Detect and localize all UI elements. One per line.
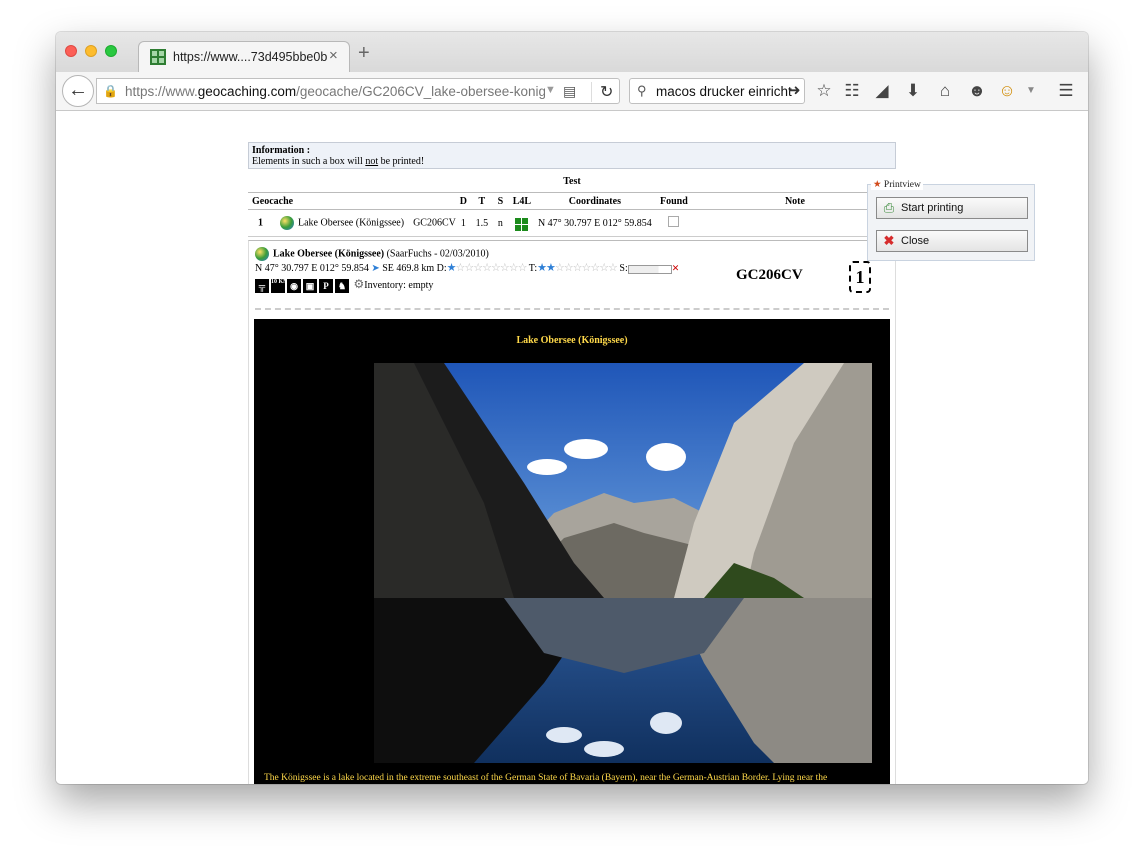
- l4l-icon: [515, 217, 529, 231]
- difficulty-stars: ★☆☆☆☆☆☆☆☆: [446, 262, 528, 275]
- geocaching-favicon-icon: [150, 49, 166, 65]
- lock-warning-icon[interactable]: 🔒: [103, 84, 118, 98]
- traditional-cache-icon: [255, 247, 269, 261]
- chat-icon[interactable]: ☻: [966, 81, 988, 101]
- info-box: Information : Elements in such a box wil…: [248, 142, 896, 169]
- info-title: Information :: [252, 145, 311, 156]
- cache-code: GC206CV: [736, 267, 803, 283]
- printer-icon: ⎙: [883, 200, 895, 215]
- terrain-stars: ★★☆☆☆☆☆☆☆: [537, 262, 618, 275]
- download-icon[interactable]: ⬇: [902, 81, 924, 101]
- row-difficulty: 1: [455, 209, 471, 237]
- cache-description: Lake Obersee (Königssee) The Königssee i…: [254, 319, 890, 784]
- size-bar: [627, 264, 672, 274]
- reader-icon[interactable]: ▤: [563, 83, 576, 100]
- 10km-icon: 10 KM: [271, 279, 289, 293]
- search-icon: ⚲: [637, 83, 647, 98]
- tab-title: https://www....73d495bbe0b: [173, 50, 328, 64]
- description-title: Lake Obersee (Königssee): [516, 335, 628, 346]
- cache-coordinates: N 47° 30.797 E 012° 59.854: [255, 263, 369, 275]
- menu-icon[interactable]: ☰: [1055, 81, 1077, 101]
- col-note: Note: [693, 192, 896, 210]
- bookmark-star-icon[interactable]: ☆: [813, 81, 835, 101]
- url-text[interactable]: https://www.geocaching.com/geocache/GC20…: [125, 84, 545, 99]
- printview-panel: ★ Printview ⎙ Start printing ✖ Close: [867, 179, 1035, 261]
- info-text: Elements in such a box will not be print…: [252, 156, 425, 167]
- url-bar[interactable]: 🔒 https://www.geocaching.com/geocache/GC…: [96, 78, 620, 104]
- table-row: 1 Lake Obersee (Königssee) GC206CV 1 1.5…: [248, 209, 896, 237]
- start-printing-button[interactable]: ⎙ Start printing: [876, 197, 1028, 219]
- col-l4l: L4L: [507, 192, 536, 210]
- size-x-icon: ✕: [671, 263, 680, 274]
- cache-header: Lake Obersee (Königssee) (SaarFuchs - 02…: [255, 247, 679, 293]
- tab-geocaching[interactable]: https://www....73d495bbe0b ×: [138, 41, 350, 73]
- close-button[interactable]: ✖ Close: [876, 230, 1028, 252]
- found-checkbox[interactable]: [668, 216, 680, 227]
- picnic-icon: ╦: [255, 279, 269, 293]
- bus-icon: ▣: [303, 279, 317, 293]
- page-content: Information : Elements in such a box wil…: [56, 112, 1088, 784]
- col-coordinates: Coordinates: [535, 192, 654, 210]
- col-geocache: Geocache: [248, 192, 456, 210]
- page-number: 1: [849, 261, 871, 293]
- search-input[interactable]: macos drucker einricht: [656, 84, 792, 99]
- row-cache-code: GC206CV: [413, 217, 456, 229]
- home-icon[interactable]: ⌂: [934, 81, 956, 101]
- close-icon: ✖: [883, 233, 895, 248]
- search-bar[interactable]: ⚲ macos drucker einricht ➜: [629, 78, 805, 104]
- back-icon: ←: [68, 79, 88, 101]
- terrain-label: T:: [528, 263, 538, 275]
- zoom-window-button[interactable]: [105, 45, 117, 57]
- row-number: 1: [258, 217, 263, 229]
- col-d: D: [455, 192, 471, 210]
- cache-name: Lake Obersee (Königssee): [273, 248, 385, 260]
- travelbug-icon: ⚙: [353, 277, 365, 292]
- cache-owner: (SaarFuchs - 02/03/2010): [386, 248, 489, 260]
- description-text: The Königssee is a lake located in the e…: [264, 773, 828, 783]
- reload-icon[interactable]: ↻: [591, 82, 613, 102]
- lake-photo: [374, 363, 872, 763]
- row-cache-name: Lake Obersee (Königssee): [298, 217, 405, 229]
- bearing-arrow-icon: ➤: [371, 263, 380, 275]
- browser-window: https://www....73d495bbe0b × + ← 🔒 https…: [56, 32, 1088, 784]
- cache-inventory: Inventory: empty: [364, 280, 434, 292]
- url-history-dropdown-icon[interactable]: ▼: [545, 84, 556, 96]
- col-s: S: [492, 192, 508, 210]
- row-coordinates: N 47° 30.797 E 012° 59.854: [535, 209, 654, 237]
- row-size: n: [492, 209, 508, 237]
- size-label: S:: [619, 263, 628, 275]
- back-button[interactable]: ←: [62, 75, 94, 107]
- traditional-cache-icon: [280, 216, 294, 230]
- close-window-button[interactable]: [65, 45, 77, 57]
- row-note[interactable]: [693, 209, 896, 237]
- geocache-table: Geocache D T S L4L Coordinates Found Not…: [248, 192, 896, 237]
- new-tab-button[interactable]: +: [358, 43, 370, 63]
- parking-icon: P: [319, 279, 333, 293]
- cache-bearing: SE 469.8 km: [382, 263, 435, 275]
- printview-legend: ★ Printview: [871, 179, 923, 190]
- dashed-separator: [255, 308, 889, 310]
- search-go-icon[interactable]: ➜: [788, 81, 801, 99]
- list-title: Test: [563, 176, 581, 187]
- tab-close-icon[interactable]: ×: [329, 47, 338, 64]
- tab-bar: https://www....73d495bbe0b × +: [56, 32, 1088, 73]
- reading-list-icon[interactable]: ☷: [841, 81, 863, 101]
- extension-icon[interactable]: ☺: [996, 81, 1018, 101]
- pocket-icon[interactable]: ◢: [871, 81, 893, 101]
- minimize-window-button[interactable]: [85, 45, 97, 57]
- dog-icon: ♞: [335, 279, 349, 293]
- binoculars-icon: ◉: [287, 279, 301, 293]
- row-terrain: 1.5: [470, 209, 493, 237]
- printview-logo-icon: ★: [873, 180, 882, 190]
- nav-toolbar: ← 🔒 https://www.geocaching.com/geocache/…: [56, 72, 1088, 111]
- col-found: Found: [653, 192, 694, 210]
- cache-page: Lake Obersee (Königssee) (SaarFuchs - 02…: [248, 240, 896, 784]
- extension-dropdown-icon[interactable]: ▼: [1020, 81, 1042, 101]
- difficulty-label: D:: [436, 263, 447, 275]
- col-t: T: [470, 192, 493, 210]
